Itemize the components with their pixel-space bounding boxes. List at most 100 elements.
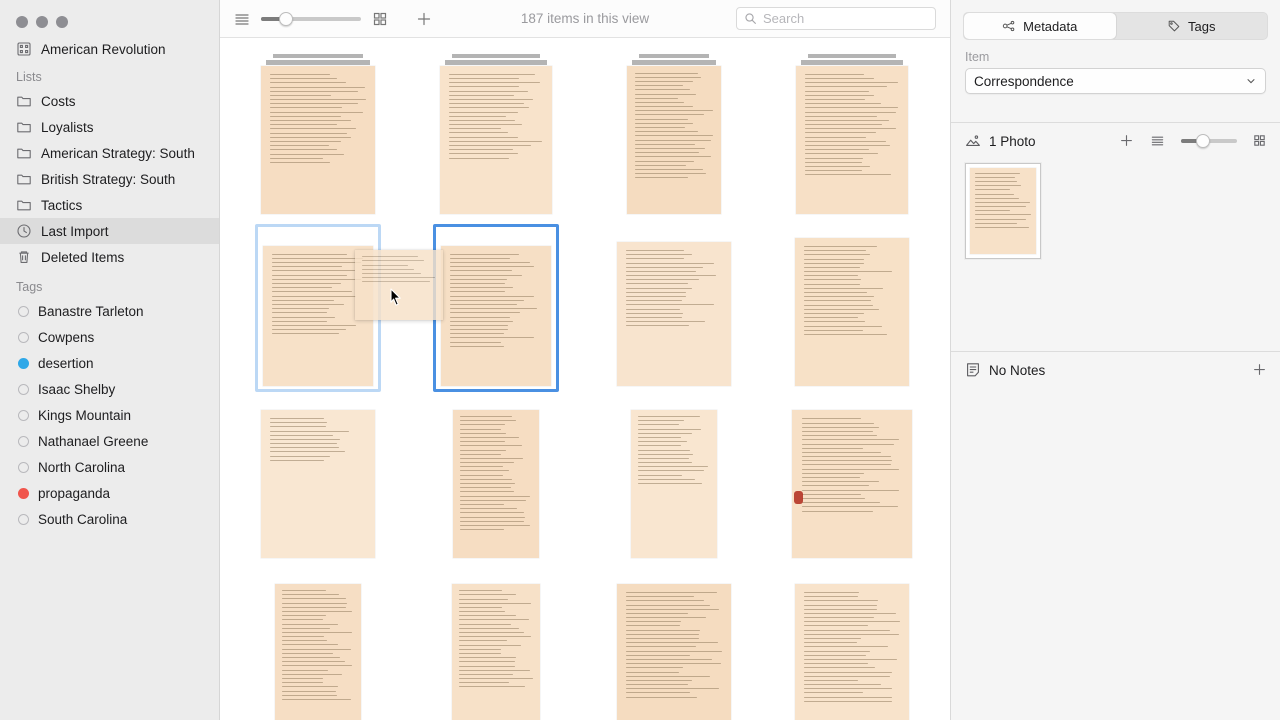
sidebar: American Revolution Lists Costs Loyalists… [0, 0, 220, 720]
grid-item[interactable] [229, 564, 407, 720]
search-field[interactable]: Search [736, 7, 936, 30]
document-thumbnail[interactable] [440, 54, 552, 214]
document-page [617, 584, 731, 720]
document-page [627, 66, 721, 214]
tag-color-dot [18, 305, 29, 317]
grid-view-icon[interactable] [372, 11, 388, 27]
grid-item[interactable] [585, 48, 763, 220]
sidebar-tag-south-carolina[interactable]: South Carolina [0, 506, 219, 532]
photo-thumbnail[interactable] [965, 163, 1041, 259]
sidebar-tags-header: Tags [16, 280, 43, 294]
sidebar-tag-north-carolina[interactable]: North Carolina [0, 454, 219, 480]
search-icon [744, 12, 757, 25]
document-thumbnail[interactable] [261, 54, 375, 214]
tab-metadata-label: Metadata [1023, 18, 1078, 34]
sidebar-item-american-strategy-south[interactable]: American Strategy: South [0, 140, 219, 166]
document-thumbnail[interactable] [453, 410, 539, 558]
document-page [441, 246, 551, 386]
document-thumbnail[interactable] [796, 54, 908, 214]
sidebar-tag-label: Isaac Shelby [38, 381, 116, 397]
document-thumbnail[interactable] [795, 238, 909, 386]
sidebar-tag-isaac-shelby[interactable]: Isaac Shelby [0, 376, 219, 402]
main-content: 187 items in this view Search [220, 0, 950, 720]
grid-item[interactable] [229, 48, 407, 220]
document-page [796, 66, 908, 214]
folder-icon [16, 171, 32, 187]
trash-icon [16, 249, 32, 265]
document-thumbnail[interactable] [627, 54, 721, 214]
handwriting-lines [795, 238, 909, 386]
sidebar-tag-nathanael-greene[interactable]: Nathanael Greene [0, 428, 219, 454]
clock-icon [16, 223, 32, 239]
document-thumbnail[interactable] [631, 410, 717, 558]
thumbnail-grid-container[interactable] [220, 38, 950, 720]
list-view-icon[interactable] [234, 11, 250, 27]
add-photo-button[interactable] [1119, 133, 1135, 149]
document-thumbnail[interactable] [452, 584, 540, 720]
wax-seal [794, 491, 803, 504]
document-thumbnail[interactable] [792, 410, 912, 558]
grid-item[interactable] [763, 564, 941, 720]
folder-icon [16, 145, 32, 161]
handwriting-lines [617, 242, 731, 386]
folder-icon [16, 119, 32, 135]
document-thumbnail[interactable] [441, 246, 551, 386]
sidebar-tag-propaganda[interactable]: propaganda [0, 480, 219, 506]
handwriting-lines [441, 246, 551, 386]
sidebar-tag-banastre-tarleton[interactable]: Banastre Tarleton [0, 298, 219, 324]
window-controls[interactable] [0, 0, 219, 32]
tab-metadata[interactable]: Metadata [964, 13, 1116, 39]
close-button[interactable] [16, 16, 28, 28]
document-thumbnail[interactable] [275, 584, 361, 720]
sidebar-tag-label: North Carolina [38, 459, 126, 475]
item-type-select[interactable]: Correspondence [965, 68, 1266, 94]
sidebar-item-tactics[interactable]: Tactics [0, 192, 219, 218]
document-thumbnail[interactable] [617, 242, 731, 386]
sidebar-item-british-strategy-south[interactable]: British Strategy: South [0, 166, 219, 192]
notes-body [951, 388, 1280, 720]
sidebar-item-label: Loyalists [41, 119, 94, 135]
sidebar-item-library-label: American Revolution [41, 41, 166, 57]
photos-list-view-icon[interactable] [1150, 133, 1166, 149]
document-thumbnail[interactable] [617, 584, 731, 720]
notes-section-header: No Notes [951, 352, 1280, 388]
grid-item[interactable] [585, 220, 763, 392]
grid-item[interactable] [585, 564, 763, 720]
sidebar-item-label: British Strategy: South [41, 171, 176, 187]
folder-icon [16, 197, 32, 213]
sidebar-tag-label: desertion [38, 355, 94, 371]
minimize-button[interactable] [36, 16, 48, 28]
grid-item[interactable] [407, 392, 585, 564]
sidebar-tag-cowpens[interactable]: Cowpens [0, 324, 219, 350]
thumbnail-size-slider[interactable] [261, 11, 361, 26]
sidebar-item-loyalists[interactable]: Loyalists [0, 114, 219, 140]
tab-tags[interactable]: Tags [1116, 13, 1268, 39]
handwriting-lines [261, 66, 375, 214]
grid-item[interactable] [763, 220, 941, 392]
metadata-icon [1002, 19, 1016, 33]
document-thumbnail[interactable] [261, 410, 375, 558]
grid-item[interactable] [229, 392, 407, 564]
grid-item[interactable] [407, 48, 585, 220]
sidebar-tag-kings-mountain[interactable]: Kings Mountain [0, 402, 219, 428]
zoom-button[interactable] [56, 16, 68, 28]
tag-icon [1167, 19, 1181, 33]
add-item-button[interactable] [416, 11, 432, 27]
grid-item[interactable] [407, 564, 585, 720]
sidebar-item-deleted-items[interactable]: Deleted Items [0, 244, 219, 270]
photos-size-slider[interactable] [1181, 134, 1237, 148]
sidebar-item-costs[interactable]: Costs [0, 88, 219, 114]
document-thumbnail[interactable] [795, 584, 909, 720]
grid-item[interactable] [763, 392, 941, 564]
grid-item[interactable] [763, 48, 941, 220]
add-note-button[interactable] [1252, 362, 1268, 378]
sidebar-item-last-import[interactable]: Last Import [0, 218, 219, 244]
note-icon [965, 362, 981, 378]
sidebar-item-library[interactable]: American Revolution [0, 36, 219, 62]
grid-item[interactable] [585, 392, 763, 564]
toolbar: 187 items in this view Search [220, 0, 950, 38]
photos-grid-view-icon[interactable] [1252, 133, 1268, 149]
handwriting-lines [796, 66, 908, 214]
sidebar-tag-desertion[interactable]: desertion [0, 350, 219, 376]
folder-icon [16, 93, 32, 109]
